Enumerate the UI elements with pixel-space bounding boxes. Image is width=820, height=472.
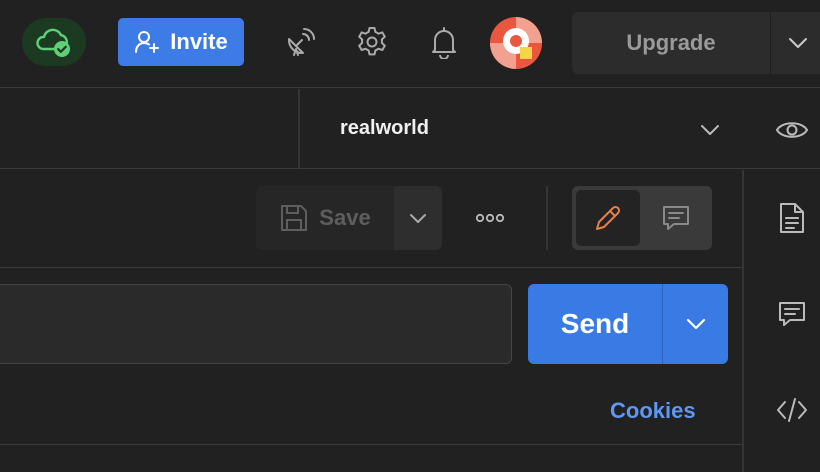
documentation-icon[interactable] bbox=[770, 196, 814, 240]
upgrade-button-group: Upgrade bbox=[572, 12, 820, 74]
edit-mode-button[interactable] bbox=[576, 190, 640, 246]
comment-mode-button[interactable] bbox=[644, 190, 708, 246]
right-sidebar-divider bbox=[742, 170, 744, 472]
comments-icon[interactable] bbox=[770, 292, 814, 336]
pencil-icon bbox=[592, 202, 624, 234]
chevron-down-icon bbox=[408, 212, 428, 224]
notifications-bell-icon[interactable] bbox=[422, 20, 466, 64]
chevron-down-icon[interactable] bbox=[692, 115, 728, 145]
separator bbox=[0, 267, 742, 268]
send-divider bbox=[662, 284, 663, 364]
more-options-icon[interactable] bbox=[466, 198, 514, 238]
cloud-synced-icon bbox=[34, 25, 74, 59]
comment-icon bbox=[661, 203, 691, 233]
cloud-sync-status-button[interactable] bbox=[22, 18, 86, 66]
send-button[interactable]: Send bbox=[528, 284, 662, 364]
environment-bar: realworld bbox=[0, 89, 820, 169]
save-disk-icon bbox=[279, 203, 309, 233]
save-label: Save bbox=[319, 205, 371, 230]
send-button-group: Send bbox=[528, 284, 728, 364]
eye-icon[interactable] bbox=[768, 109, 816, 151]
save-button[interactable]: Save bbox=[256, 186, 394, 250]
mode-toggle bbox=[572, 186, 712, 250]
settings-gear-icon[interactable] bbox=[350, 20, 394, 64]
toolbar-divider bbox=[546, 186, 548, 250]
invite-label: Invite bbox=[170, 29, 228, 54]
save-button-group: Save bbox=[256, 186, 442, 250]
upgrade-button[interactable]: Upgrade bbox=[572, 12, 770, 74]
save-options-button[interactable] bbox=[394, 186, 442, 250]
environment-selector-label[interactable]: realworld bbox=[340, 117, 429, 140]
separator bbox=[0, 444, 742, 445]
chevron-down-icon[interactable] bbox=[676, 308, 716, 340]
invite-button[interactable]: Invite bbox=[118, 18, 244, 66]
cookies-link[interactable]: Cookies bbox=[610, 398, 696, 424]
pane-divider[interactable] bbox=[298, 89, 300, 169]
upgrade-divider bbox=[770, 12, 771, 74]
user-plus-icon bbox=[134, 29, 160, 55]
satellite-icon[interactable] bbox=[278, 20, 322, 64]
user-avatar[interactable] bbox=[490, 17, 542, 69]
request-url-input[interactable] bbox=[0, 284, 512, 364]
top-header: Invite Upgrade bbox=[0, 0, 820, 88]
chevron-down-icon[interactable] bbox=[778, 28, 818, 58]
code-snippet-icon[interactable] bbox=[770, 388, 814, 432]
